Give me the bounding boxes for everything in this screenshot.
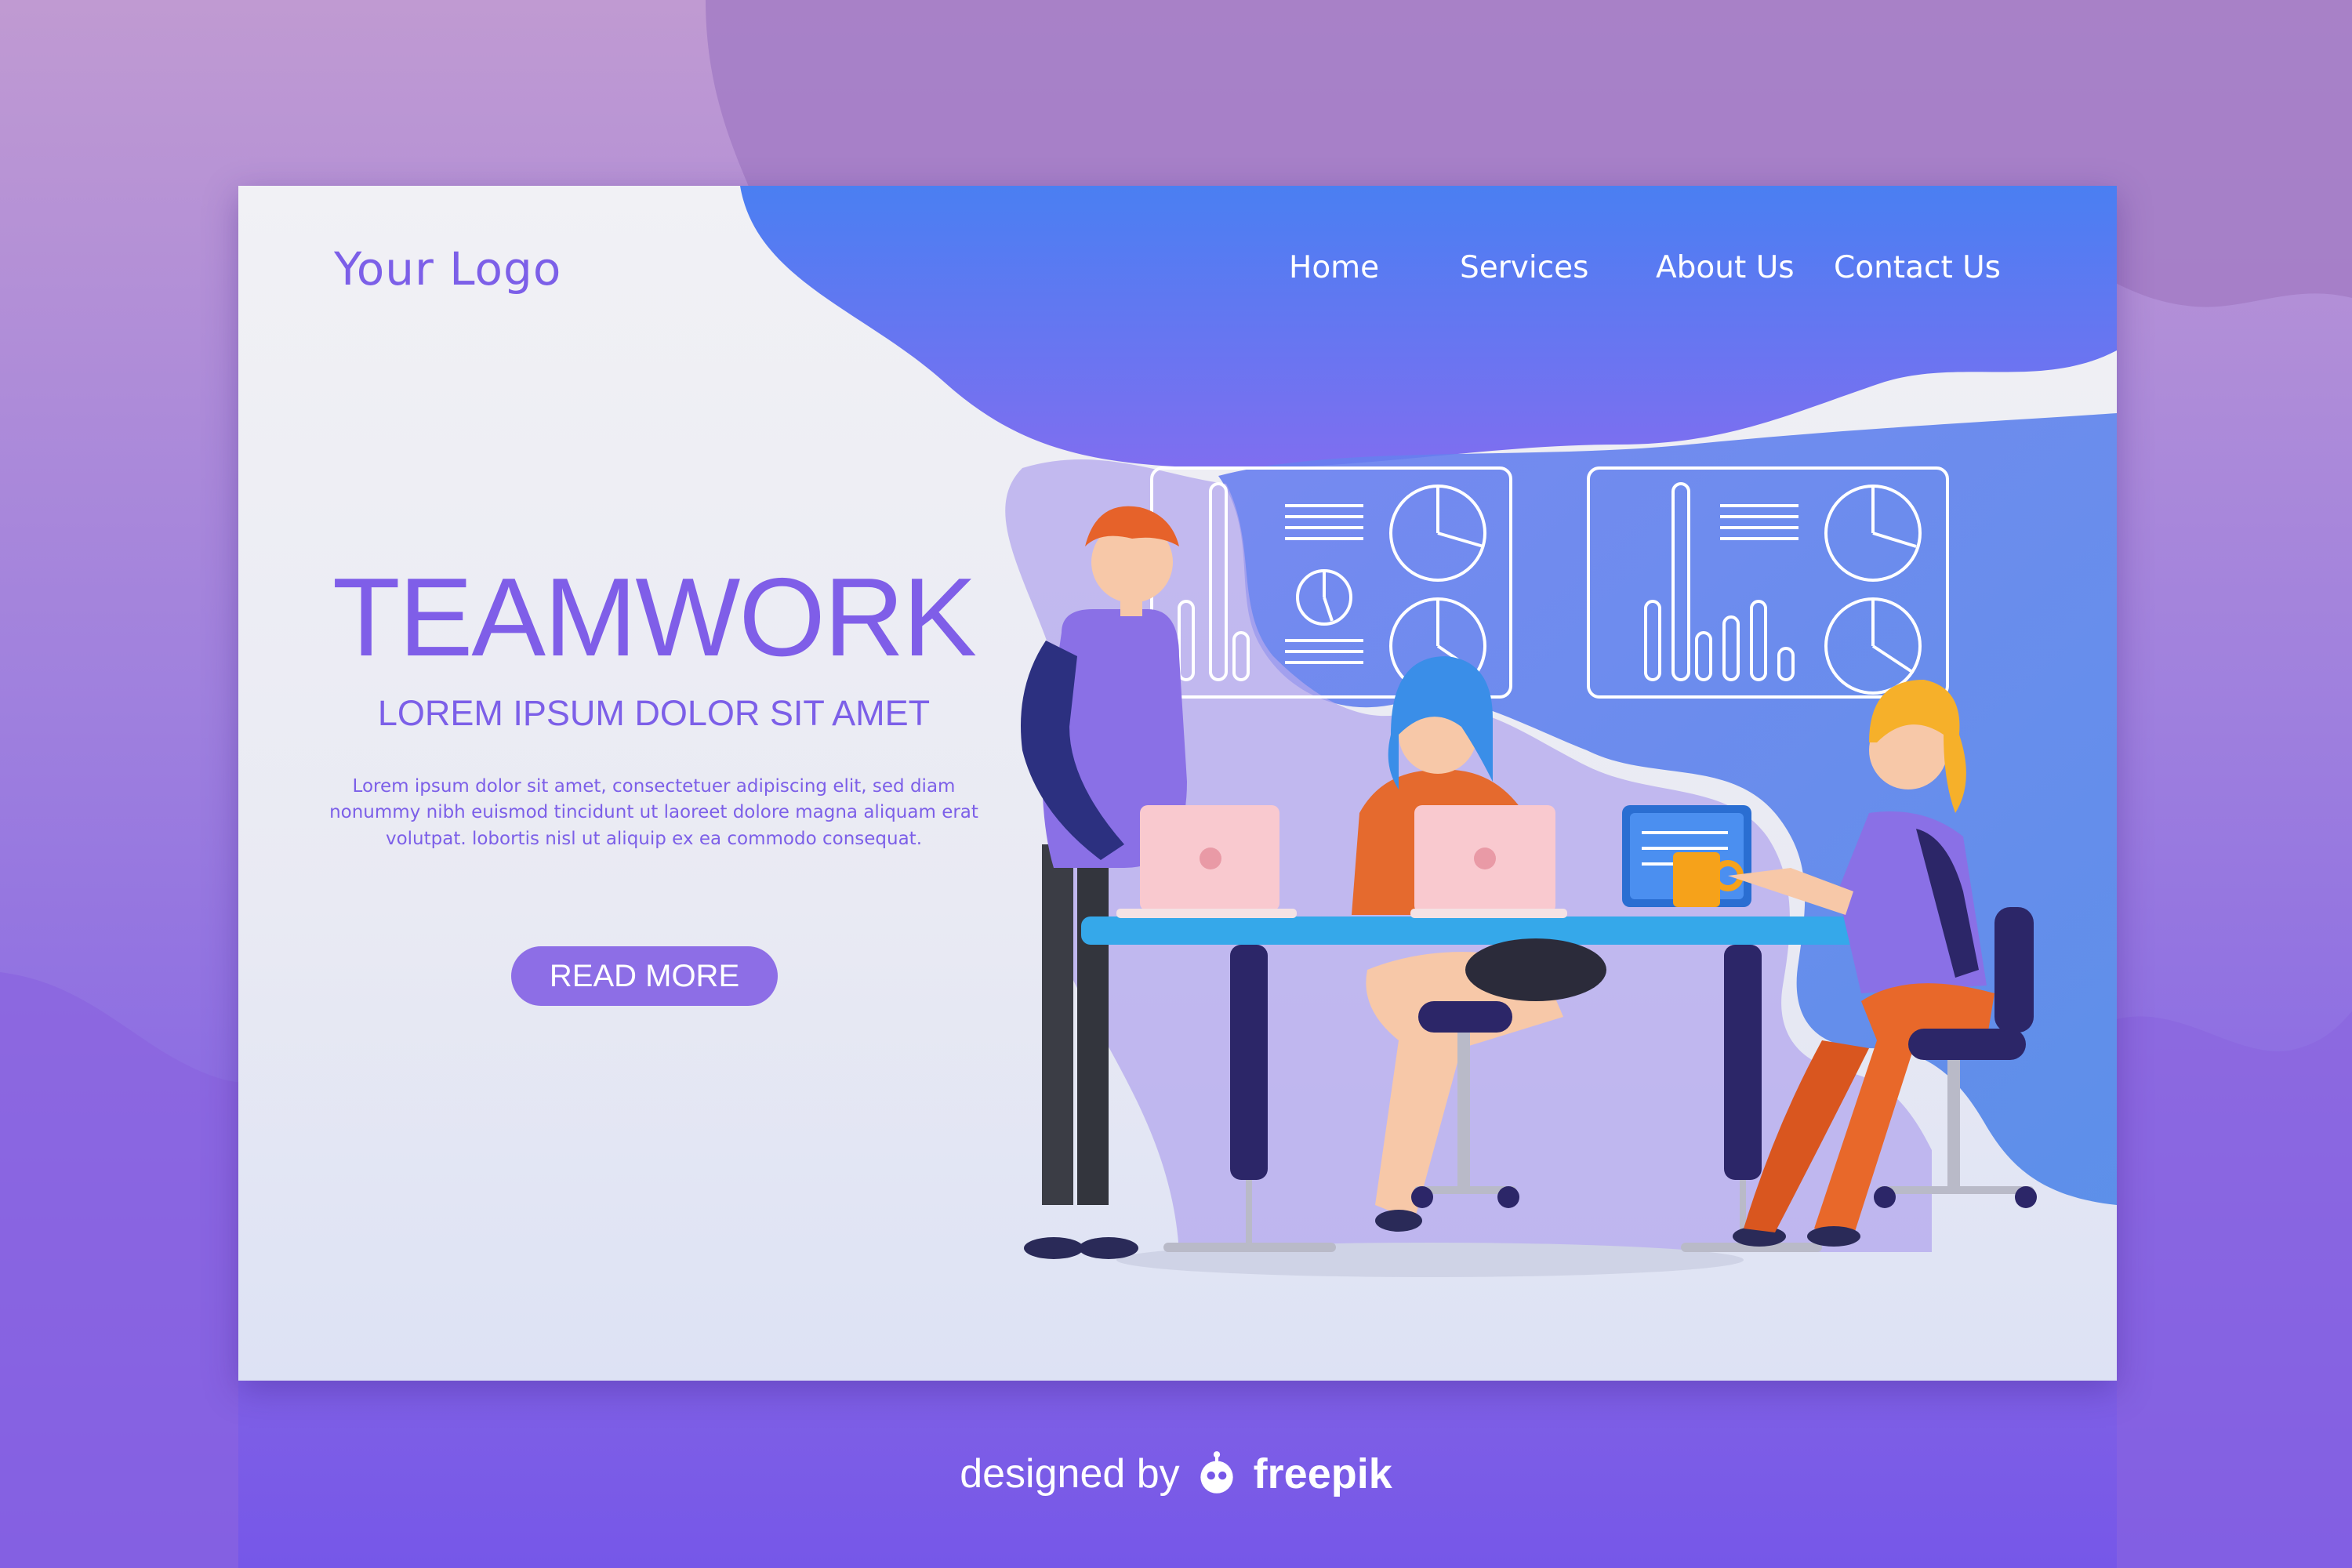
laptop-icon [1410, 805, 1567, 918]
teamwork-illustration [1021, 466, 2037, 1277]
bar-chart-icon [1587, 466, 1949, 699]
footer-credit: designed by freepik [0, 1443, 2352, 1505]
freepik-brand-text[interactable]: freepik [1254, 1450, 1392, 1498]
freepik-logo-icon [1200, 1451, 1233, 1494]
laptop-icon [1116, 805, 1297, 918]
designed-by-text: designed by [960, 1451, 1180, 1497]
landing-card: Your Logo Home Services About Us Contact… [238, 186, 2117, 1381]
